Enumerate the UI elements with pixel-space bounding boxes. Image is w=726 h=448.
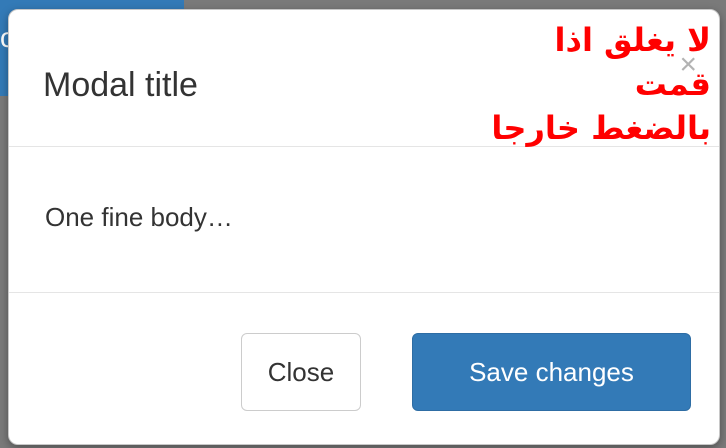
modal-dialog: Modal title × One fine body… لا يغلق اذا… (8, 9, 720, 445)
modal-body: One fine body… (9, 147, 719, 293)
save-changes-button[interactable]: Save changes (412, 333, 691, 411)
close-button[interactable]: Close (241, 333, 361, 411)
modal-body-text: One fine body… (45, 202, 233, 232)
annotation-note: لا يغلق اذا قمت بالضغط خارجا (471, 18, 711, 150)
modal-footer: Close Save changes (9, 293, 719, 444)
annotation-line-1: لا يغلق اذا قمت (554, 21, 711, 103)
annotation-line-2: بالضغط خارجا (491, 109, 711, 147)
modal-title: Modal title (43, 66, 198, 104)
